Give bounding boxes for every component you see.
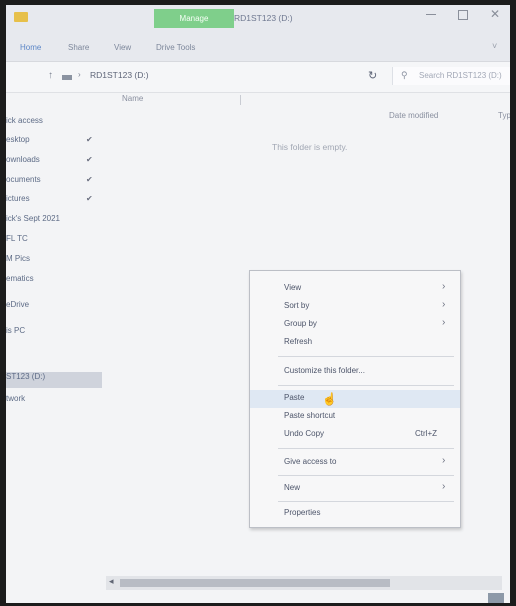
- address-path: RD1ST123 (D:): [90, 70, 149, 80]
- tab-view[interactable]: View: [114, 43, 131, 52]
- sidebar-item[interactable]: twork: [6, 394, 25, 403]
- menu-item-label: Sort by: [284, 301, 310, 310]
- menu-item-view[interactable]: View ›: [250, 280, 460, 298]
- pin-icon: ✔: [86, 175, 93, 184]
- title-bar: Manage RD1ST123 (D:) ✕ Home Share View D…: [6, 5, 510, 62]
- column-header-name[interactable]: Name: [122, 94, 143, 103]
- scrollbar-thumb[interactable]: [120, 579, 390, 587]
- menu-item-new[interactable]: New ›: [250, 480, 460, 498]
- menu-separator: [278, 475, 454, 476]
- chevron-right-icon: ›: [442, 455, 446, 466]
- menu-item-label: Properties: [284, 508, 321, 517]
- column-header-date-modified[interactable]: Date modified: [389, 111, 438, 120]
- tab-home[interactable]: Home: [20, 43, 41, 52]
- menu-item-undo-copy[interactable]: Undo Copy Ctrl+Z: [250, 426, 460, 444]
- sidebar-item[interactable]: ocuments: [6, 175, 41, 184]
- menu-separator: [278, 501, 454, 502]
- sidebar-item[interactable]: M Pics: [6, 254, 30, 263]
- menu-item-give-access[interactable]: Give access to ›: [250, 454, 460, 472]
- menu-item-paste[interactable]: Paste ☝: [250, 390, 460, 408]
- chevron-right-icon: ›: [442, 481, 446, 492]
- sidebar-item[interactable]: ownloads: [6, 155, 40, 164]
- sidebar-item[interactable]: ick's Sept 2021: [6, 214, 60, 223]
- pin-icon: ✔: [86, 194, 93, 203]
- sidebar-item[interactable]: ictures: [6, 194, 30, 203]
- menu-separator: [278, 356, 454, 357]
- navigation-pane: ick access esktop ✔ ownloads ✔ ocuments ✔ ictur…: [6, 93, 106, 603]
- menu-item-label: Refresh: [284, 337, 313, 346]
- chevron-right-icon: ›: [442, 281, 446, 292]
- drive-icon: [62, 75, 72, 80]
- empty-folder-message: This folder is empty.: [272, 142, 348, 152]
- tab-manage[interactable]: Manage: [154, 9, 234, 28]
- chevron-right-icon: ›: [442, 299, 446, 310]
- menu-item-customize-folder[interactable]: Customize this folder...: [250, 363, 460, 381]
- column-divider[interactable]: [240, 95, 241, 105]
- scroll-left-icon[interactable]: ◂: [109, 576, 114, 587]
- menu-separator: [278, 448, 454, 449]
- up-arrow-icon[interactable]: ↑: [48, 70, 53, 81]
- menu-item-label: New: [284, 483, 301, 492]
- sidebar-item[interactable]: ematics: [6, 274, 34, 283]
- menu-item-properties[interactable]: Properties: [250, 505, 460, 523]
- chevron-right-icon: ›: [442, 317, 446, 328]
- search-placeholder: Search RD1ST123 (D:): [419, 71, 502, 80]
- sidebar-item[interactable]: ST123 (D:): [6, 372, 45, 381]
- address-row: ↑ › RD1ST123 (D:) ˅ ↻ ⚲ Search RD1ST123 …: [6, 62, 510, 93]
- close-icon[interactable]: ✕: [490, 7, 500, 21]
- horizontal-scrollbar[interactable]: ◂: [106, 576, 502, 590]
- search-input[interactable]: ⚲ Search RD1ST123 (D:): [392, 67, 510, 85]
- chevron-right-icon: ›: [78, 70, 81, 79]
- tab-share[interactable]: Share: [68, 43, 89, 52]
- sidebar-item[interactable]: FL TC: [6, 234, 28, 243]
- sidebar-item[interactable]: esktop: [6, 135, 30, 144]
- menu-item-label: Give access to: [284, 457, 337, 466]
- menu-item-sort-by[interactable]: Sort by ›: [250, 298, 460, 316]
- sidebar-item[interactable]: eDrive: [6, 300, 29, 309]
- menu-item-group-by[interactable]: Group by ›: [250, 316, 460, 334]
- window-title: RD1ST123 (D:): [234, 13, 293, 23]
- keyboard-shortcut: Ctrl+Z: [415, 429, 437, 438]
- column-header-type[interactable]: Typ: [498, 111, 510, 120]
- menu-item-label: Group by: [284, 319, 317, 328]
- maximize-icon[interactable]: [458, 10, 468, 20]
- menu-separator: [278, 385, 454, 386]
- menu-item-label: Paste: [284, 393, 305, 402]
- context-menu: View › Sort by › Group by › Refresh Cust…: [249, 270, 461, 528]
- minimize-icon[interactable]: [426, 14, 436, 15]
- menu-item-label: View: [284, 283, 302, 292]
- mouse-pointer-icon: ☝: [322, 392, 337, 406]
- sidebar-item[interactable]: ick access: [6, 116, 43, 125]
- view-toggle-icon[interactable]: [488, 593, 504, 603]
- pin-icon: ✔: [86, 155, 93, 164]
- menu-item-refresh[interactable]: Refresh: [250, 334, 460, 352]
- pin-icon: ✔: [86, 135, 93, 144]
- menu-item-label: Paste shortcut: [284, 411, 336, 420]
- menu-item-label: Customize this folder...: [284, 366, 365, 375]
- refresh-icon[interactable]: ↻: [368, 69, 377, 82]
- menu-item-label: Undo Copy: [284, 429, 325, 438]
- address-bar[interactable]: RD1ST123 (D:) ˅: [88, 67, 431, 85]
- ribbon-expand-icon[interactable]: ˅: [492, 41, 497, 51]
- sidebar-item[interactable]: is PC: [6, 326, 25, 335]
- screen: Manage RD1ST123 (D:) ✕ Home Share View D…: [6, 5, 510, 603]
- tab-drive-tools[interactable]: Drive Tools: [156, 43, 195, 52]
- menu-item-paste-shortcut[interactable]: Paste shortcut: [250, 408, 460, 426]
- search-icon: ⚲: [401, 70, 408, 80]
- folder-icon: [14, 12, 28, 22]
